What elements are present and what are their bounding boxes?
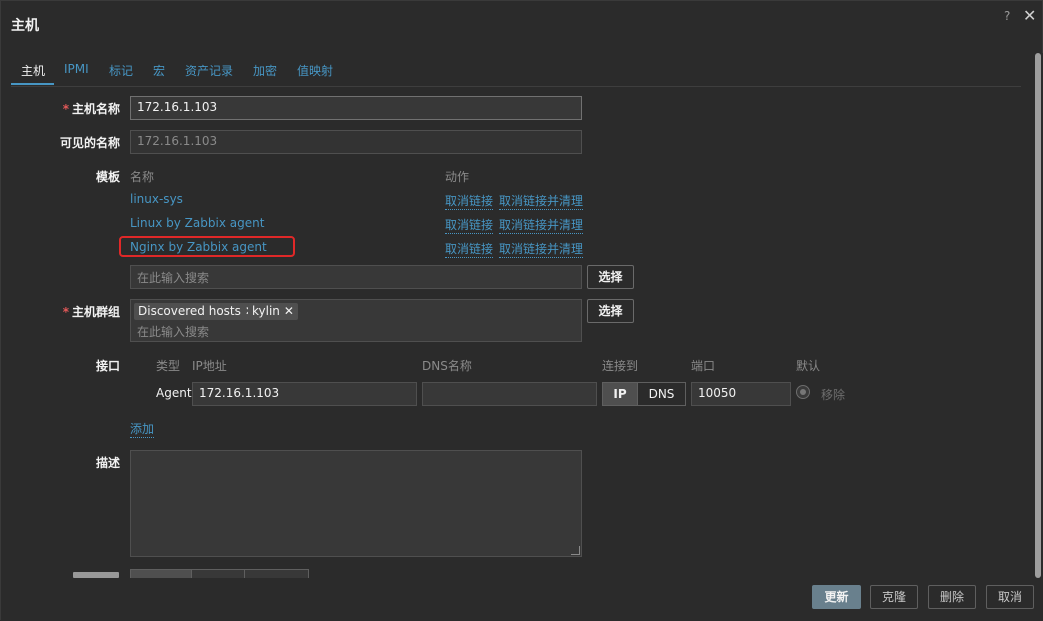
visible-name-input[interactable]: 172.16.1.103 [130, 130, 582, 154]
highlight-annotation [119, 236, 295, 257]
template-search-input[interactable]: 在此输入搜索 [130, 265, 582, 289]
group-chip-label: kylin [252, 304, 280, 318]
tab-host[interactable]: 主机 [21, 62, 45, 79]
unlink-button[interactable]: 取消链接 [445, 216, 494, 234]
connect-ip-toggle[interactable]: IP [602, 382, 638, 406]
iface-col-ip: IP地址 [192, 359, 227, 373]
template-link-linux-sys[interactable]: linux-sys [130, 192, 183, 206]
scrollbar-track[interactable] [1033, 53, 1043, 578]
unlink-button[interactable]: 取消链接 [445, 192, 494, 210]
template-select-button[interactable]: 选择 [587, 265, 634, 289]
add-interface-link[interactable]: 添加 [130, 420, 155, 438]
host-groups-search-placeholder[interactable]: 在此输入搜索 [137, 323, 209, 340]
partial-segment-active [131, 570, 191, 578]
unlink-clear-button[interactable]: 取消链接并清理 [499, 216, 584, 234]
tab-value-mapping[interactable]: 值映射 [297, 62, 333, 79]
default-interface-radio[interactable] [796, 385, 810, 399]
iface-col-connect: 连接到 [602, 359, 639, 373]
cancel-button[interactable]: 取消 [986, 585, 1034, 609]
host-dialog: 主机 ? ✕ 主机 IPMI 标记 宏 资产记录 加密 值映射 * 主机名称 17… [0, 0, 1043, 621]
dialog-title: 主机 [11, 18, 39, 34]
template-link-linux-agent[interactable]: Linux by Zabbix agent [130, 216, 264, 230]
host-groups-select-button[interactable]: 选择 [587, 299, 634, 323]
unlink-button[interactable]: 取消链接 [445, 240, 494, 258]
iface-ip-input[interactable]: 172.16.1.103 [192, 382, 417, 406]
tab-tags[interactable]: 标记 [109, 62, 133, 79]
dialog-footer: 更新 克隆 删除 取消 [1, 578, 1043, 621]
required-marker: * [62, 305, 69, 319]
host-groups-label: * 主机群组 [21, 303, 120, 320]
description-label: 描述 [95, 456, 120, 470]
iface-dns-input[interactable] [422, 382, 597, 406]
interfaces-label: 接口 [95, 359, 120, 373]
iface-col-port: 端口 [691, 359, 716, 373]
clone-button[interactable]: 克隆 [870, 585, 918, 609]
iface-type-value: Agent [156, 386, 192, 400]
unlink-clear-button[interactable]: 取消链接并清理 [499, 192, 584, 210]
iface-col-dns: DNS名称 [422, 359, 472, 373]
group-chip: Discovered hosts✕ [134, 303, 259, 320]
host-groups-label-text: 主机群组 [71, 305, 120, 319]
tab-macros[interactable]: 宏 [153, 62, 165, 79]
required-marker: * [62, 102, 69, 116]
tab-inventory[interactable]: 资产记录 [185, 62, 233, 79]
host-groups-multiselect[interactable]: Discovered hosts✕ kylin ✕ 在此输入搜索 [130, 299, 582, 342]
iface-col-type: 类型 [156, 359, 181, 373]
template-search-placeholder: 在此输入搜索 [137, 271, 210, 285]
resize-grip-icon[interactable] [571, 546, 580, 555]
segment-divider [191, 570, 192, 578]
visible-name-label: 可见的名称 [59, 136, 120, 150]
host-name-input[interactable]: 172.16.1.103 [130, 96, 582, 120]
iface-col-default: 默认 [796, 359, 821, 373]
tab-ipmi[interactable]: IPMI [64, 62, 89, 76]
tab-encryption[interactable]: 加密 [253, 62, 277, 79]
group-chip: kylin ✕ [248, 303, 298, 320]
active-tab-indicator [11, 83, 54, 85]
partial-next-row [1, 567, 1033, 578]
partial-segmented-control[interactable] [130, 569, 309, 578]
tab-bar: 主机 IPMI 标记 宏 资产记录 加密 值映射 [11, 57, 1021, 87]
connect-dns-toggle[interactable]: DNS [637, 382, 686, 406]
iface-remove-link[interactable]: 移除 [821, 386, 845, 403]
host-name-label-text: 主机名称 [71, 102, 120, 116]
description-textarea[interactable] [130, 450, 582, 557]
unlink-clear-button[interactable]: 取消链接并清理 [499, 240, 584, 258]
update-button[interactable]: 更新 [812, 585, 861, 609]
help-icon[interactable]: ? [1004, 9, 1010, 23]
host-name-label: * 主机名称 [21, 100, 120, 117]
scrollbar-thumb[interactable] [1035, 53, 1041, 578]
group-chip-label: Discovered hosts [138, 304, 241, 318]
templates-col-action: 动作 [445, 170, 470, 184]
iface-port-input[interactable]: 10050 [691, 382, 791, 406]
close-icon[interactable]: ✕ [1023, 6, 1036, 25]
templates-col-name: 名称 [130, 170, 155, 184]
segment-divider [244, 570, 245, 578]
templates-label: 模板 [95, 170, 120, 184]
delete-button[interactable]: 删除 [928, 585, 976, 609]
chip-remove-icon[interactable]: ✕ [284, 304, 294, 318]
